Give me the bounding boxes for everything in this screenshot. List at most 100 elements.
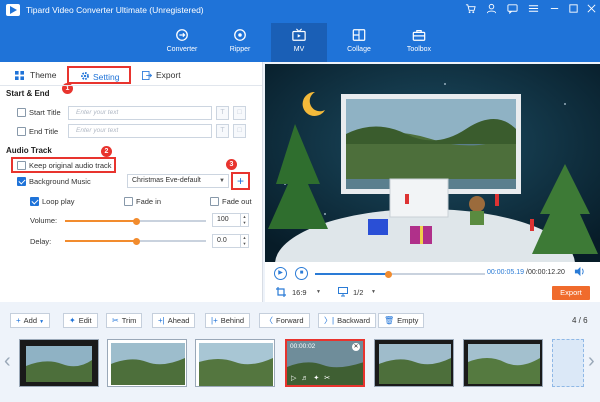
end-title-checkbox[interactable] — [17, 127, 26, 136]
clip-thumbnail[interactable] — [374, 339, 454, 387]
user-icon[interactable] — [484, 3, 498, 18]
close-icon[interactable] — [584, 3, 598, 18]
forward-button[interactable]: 〈 Forward — [259, 313, 310, 328]
clip-thumbnail-selected[interactable]: 00:00:02 ✕ ▷♬✦✂ — [285, 339, 365, 387]
remove-clip-icon[interactable]: ✕ — [352, 343, 360, 351]
add-music-button[interactable]: + — [231, 172, 250, 190]
end-title-input[interactable]: Enter your text — [68, 124, 212, 138]
volume-icon[interactable] — [574, 266, 585, 279]
crop-icon[interactable] — [276, 287, 286, 299]
ahead-button[interactable]: +| Ahead — [152, 313, 196, 328]
scroll-left-icon[interactable]: ‹ — [4, 350, 11, 373]
video-preview[interactable] — [265, 64, 600, 262]
scissors-icon[interactable]: ✂ — [324, 375, 335, 382]
export-button[interactable]: Export — [552, 286, 590, 300]
spinner-arrows-icon[interactable]: ▲ ▼ — [240, 214, 248, 226]
player-controls: ▶ ■ 00:00:05.19 /00:00:12.20 16:9 ▼ 1/2 … — [265, 262, 600, 302]
play-button[interactable]: ▶ — [274, 267, 287, 280]
tab-ripper[interactable]: Ripper — [212, 23, 268, 62]
add-clip-placeholder[interactable] — [552, 339, 584, 387]
volume-slider-handle[interactable] — [133, 217, 140, 225]
backward-icon: 〉| — [324, 316, 335, 325]
trim-button[interactable]: ✂ Trim — [106, 313, 143, 328]
background-music-label: Background Music — [29, 177, 91, 186]
text-style-button[interactable]: T — [216, 106, 229, 120]
tab-theme[interactable]: Theme — [14, 66, 64, 84]
tab-label: Ripper — [229, 46, 251, 53]
tab-mv[interactable]: MV — [271, 23, 327, 62]
minimize-icon[interactable] — [547, 3, 561, 18]
tab-label: Toolbox — [406, 46, 432, 53]
text-edit-button[interactable]: □ — [233, 124, 246, 138]
volume-slider[interactable] — [65, 217, 206, 225]
tab-collage[interactable]: Collage — [331, 23, 387, 62]
time-total: /00:00:12.20 — [526, 269, 565, 276]
title-bar: Tipard Video Converter Ultimate (Unregis… — [0, 0, 600, 62]
chat-icon[interactable] — [505, 3, 519, 18]
export-icon — [142, 71, 152, 80]
tab-toolbox[interactable]: Toolbox — [391, 23, 447, 62]
scroll-right-icon[interactable]: › — [588, 350, 595, 373]
ripper-icon — [234, 29, 246, 41]
delay-spinner[interactable]: 0.0 ▲ ▼ — [212, 234, 249, 248]
clip-counter: 4 / 6 — [572, 316, 588, 325]
plus-bracket-icon: +| — [158, 316, 165, 325]
music-select-value: Christmas Eve-default — [132, 177, 201, 184]
clip-actions: ▷♬✦✂ — [291, 374, 335, 382]
stop-button[interactable]: ■ — [295, 267, 308, 280]
progress-fill — [315, 273, 388, 275]
start-title-input[interactable]: Enter your text — [68, 106, 212, 120]
effect-icon[interactable]: ✦ — [313, 375, 324, 382]
backward-button[interactable]: 〉| Backward — [318, 313, 377, 328]
text-edit-button[interactable]: □ — [233, 106, 246, 120]
keep-original-checkbox[interactable] — [17, 161, 26, 170]
empty-button[interactable]: 🗑 Empty — [378, 313, 425, 328]
add-button[interactable]: + Add ▼ — [10, 313, 51, 328]
play-icon[interactable]: ▷ — [291, 375, 301, 382]
maximize-icon[interactable] — [566, 3, 580, 18]
delay-slider-handle[interactable] — [133, 237, 140, 245]
preview-frame-image — [265, 64, 600, 262]
start-title-checkbox[interactable] — [17, 108, 26, 117]
volume-icon[interactable]: ♬ — [301, 375, 313, 382]
clip-thumbnail[interactable] — [463, 339, 543, 387]
cart-icon[interactable] — [463, 3, 477, 18]
tab-label: MV — [293, 46, 305, 53]
chevron-down-icon[interactable]: ▼ — [316, 289, 321, 295]
background-music-checkbox[interactable] — [17, 177, 26, 186]
section-start-end: Start & End — [6, 89, 50, 98]
text-style-button[interactable]: T — [216, 124, 229, 138]
chevron-down-icon: ▼ — [219, 178, 225, 184]
tab-label: Collage — [347, 46, 371, 53]
volume-spinner[interactable]: 100 ▲ ▼ — [212, 213, 249, 227]
clip-thumbnail[interactable] — [19, 339, 99, 387]
clip-thumbnail[interactable] — [195, 339, 275, 387]
delay-slider[interactable] — [65, 237, 206, 245]
page-select[interactable]: 1/2 — [353, 288, 363, 297]
fade-out-checkbox[interactable] — [210, 197, 219, 206]
magic-wand-icon: ✦ — [69, 316, 76, 325]
music-select[interactable]: Christmas Eve-default ▼ — [127, 174, 229, 188]
loop-play-checkbox[interactable] — [30, 197, 39, 206]
monitor-icon[interactable] — [338, 287, 348, 299]
mv-icon — [292, 28, 306, 41]
tab-converter[interactable]: Converter — [154, 23, 210, 62]
delay-value: 0.0 — [217, 237, 227, 244]
fade-out-label: Fade out — [222, 197, 252, 206]
fade-in-checkbox[interactable] — [124, 197, 133, 206]
progress-handle[interactable] — [385, 270, 392, 278]
chevron-down-icon[interactable]: ▼ — [371, 289, 376, 295]
fade-in-label: Fade in — [136, 197, 162, 206]
edit-button[interactable]: ✦ Edit — [63, 313, 98, 328]
tab-export[interactable]: Export — [140, 66, 190, 84]
tab-setting[interactable]: Setting — [67, 66, 131, 84]
spinner-arrows-icon[interactable]: ▲ ▼ — [240, 235, 248, 247]
step-badge-3: 3 — [226, 159, 237, 170]
plus-icon: + — [16, 316, 21, 325]
clip-thumbnail[interactable] — [107, 339, 187, 387]
menu-icon[interactable] — [526, 3, 540, 18]
aspect-ratio-select[interactable]: 16:9 — [292, 288, 307, 297]
behind-button[interactable]: |+ Behind — [205, 313, 251, 328]
add-label: Add — [23, 316, 38, 325]
progress-bar[interactable] — [315, 270, 485, 278]
